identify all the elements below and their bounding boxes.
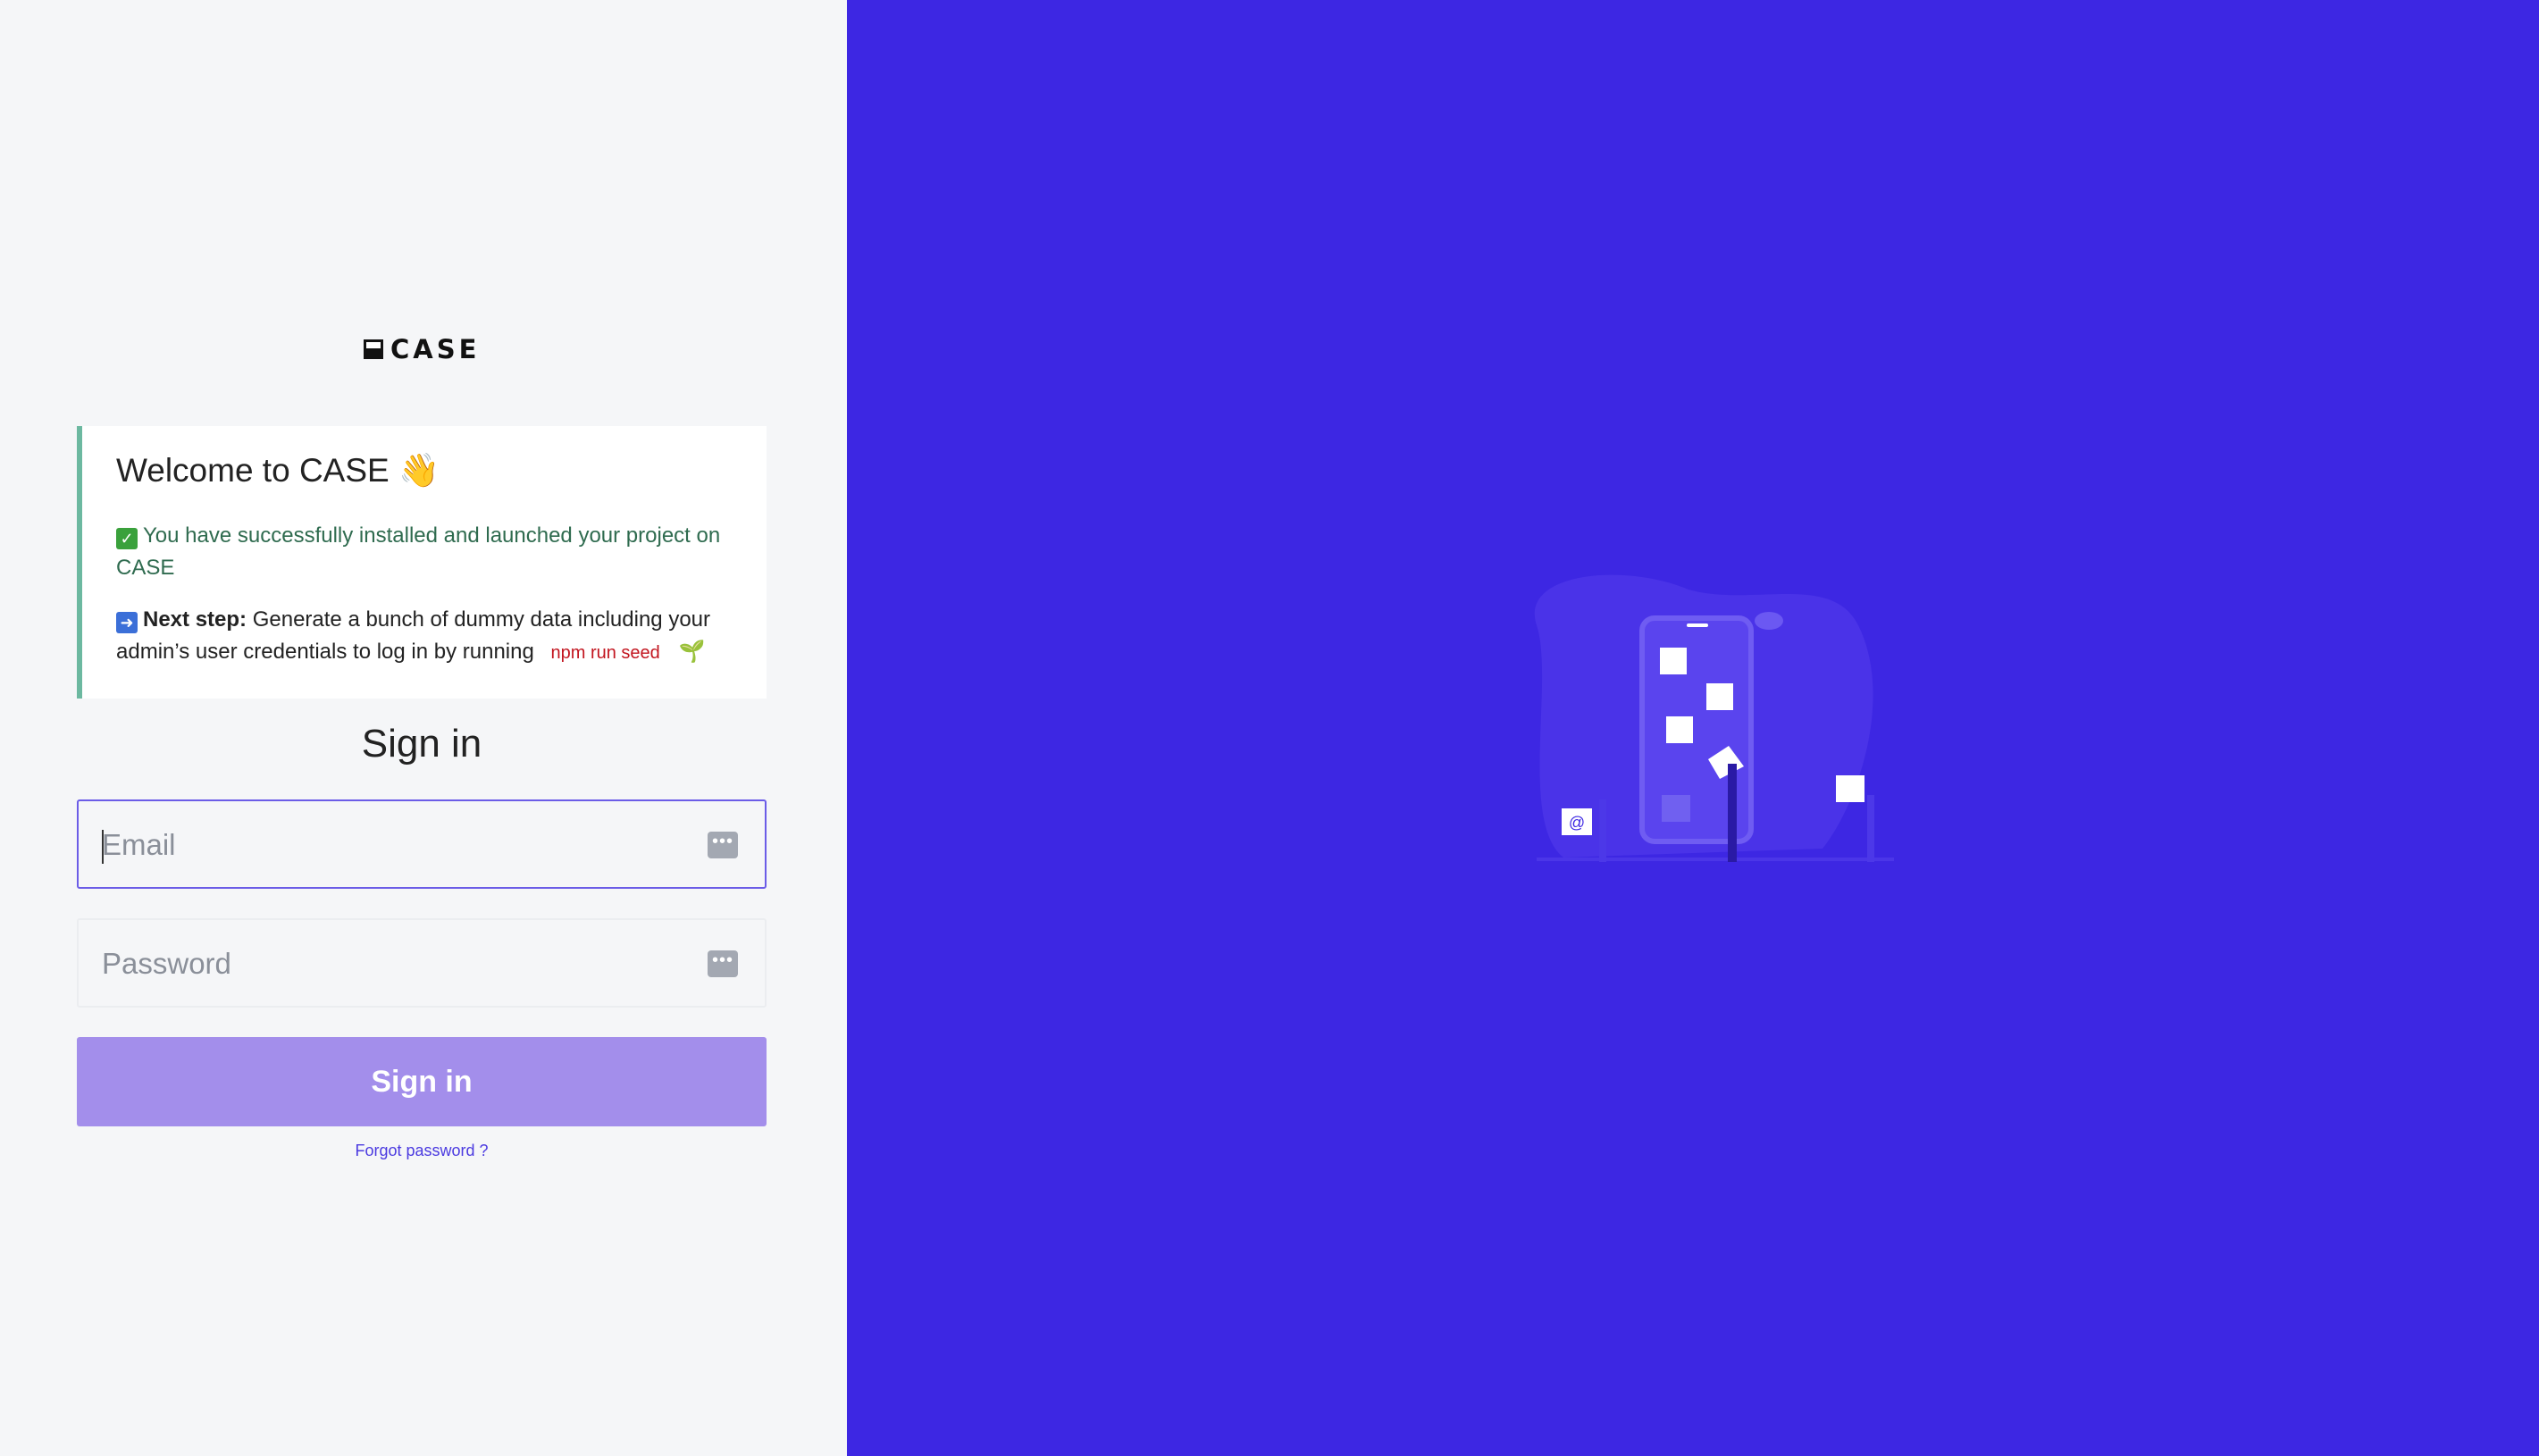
next-step-label: Next step: [143, 607, 247, 632]
success-message: ✓ You have successfully installed and lau… [116, 520, 734, 584]
forgot-password-link[interactable]: Forgot password ? [77, 1142, 767, 1160]
send-tile [1666, 716, 1693, 743]
person-left-figure [1599, 799, 1606, 862]
at-sign: @ [1569, 814, 1585, 832]
password-input[interactable] [100, 920, 711, 1008]
phone-speaker [1687, 623, 1708, 627]
success-text: You have successfully installed and laun… [116, 523, 721, 580]
case-logo-icon [364, 339, 383, 359]
mobile-marketing-illustration: @ [1534, 574, 1894, 862]
welcome-card: Welcome to CASE 👋 ✓ You have successfully… [77, 426, 767, 699]
person-right-figure [1867, 795, 1874, 862]
person-figure [1728, 764, 1737, 862]
password-field[interactable]: ••• [77, 918, 767, 1008]
empty-tile [1662, 795, 1690, 822]
sprout-icon: 🌱 [678, 639, 706, 664]
password-manager-icon[interactable]: ••• [708, 950, 738, 977]
leaf-shape [1755, 612, 1783, 630]
hero-panel: @ [847, 0, 2539, 1456]
check-icon: ✓ [116, 527, 138, 549]
case-logo: CASE [364, 334, 480, 364]
email-field[interactable]: ••• [77, 799, 767, 889]
text-caret [102, 830, 104, 864]
login-panel: CASE Welcome to CASE 👋 ✓ You have success… [0, 0, 847, 1456]
logo-text: CASE [390, 334, 481, 364]
email-input[interactable] [100, 801, 711, 889]
welcome-title: Welcome to CASE 👋 [116, 452, 440, 489]
password-manager-icon[interactable]: ••• [708, 832, 738, 858]
arrow-right-icon: ➜ [116, 611, 138, 633]
megaphone-tile [1660, 648, 1687, 674]
signin-title: Sign in [361, 722, 482, 766]
chart-tile [1706, 683, 1733, 710]
building-tile [1836, 775, 1864, 802]
next-step-message: ➜ Next step: Generate a bunch of dummy da… [116, 604, 734, 669]
signin-button[interactable]: Sign in [77, 1037, 767, 1126]
seed-command: npm run seed [550, 642, 660, 663]
